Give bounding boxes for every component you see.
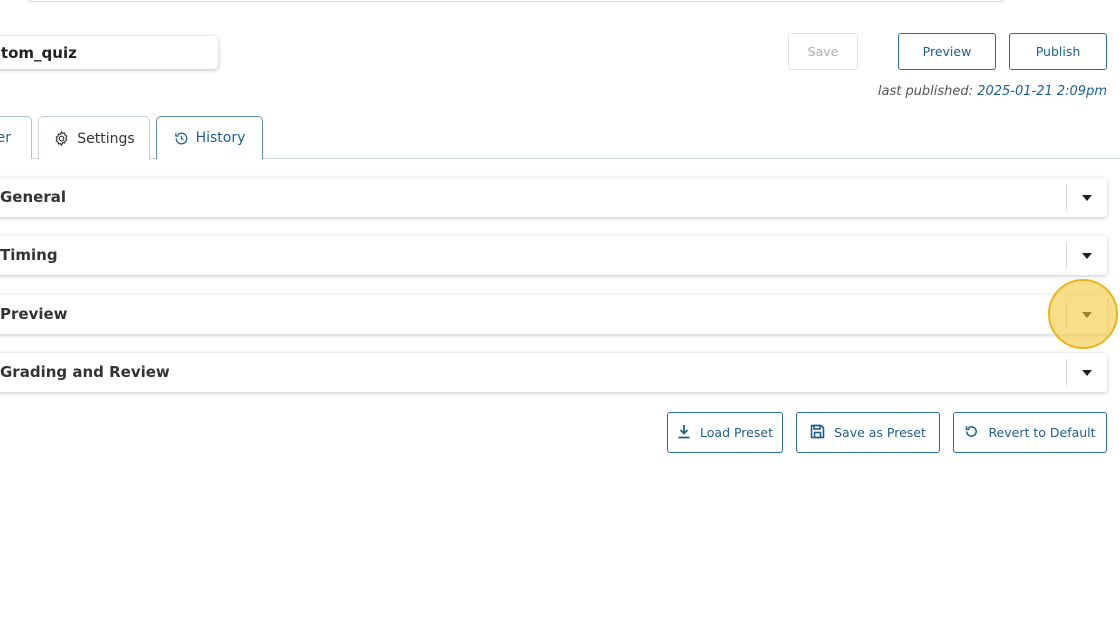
last-published-date: 2025-01-21 2:09pm	[977, 84, 1107, 99]
gear-icon	[53, 130, 70, 147]
section-general-toggle[interactable]	[1066, 184, 1107, 211]
quiz-name-text: stom_quiz	[0, 43, 77, 62]
tab-partial[interactable]: er	[0, 116, 32, 159]
save-as-preset-label: Save as Preset	[834, 425, 926, 440]
top-panel-edge	[28, 0, 1004, 2]
load-preset-label: Load Preset	[700, 425, 773, 440]
section-grading-review-label: Grading and Review	[0, 363, 170, 381]
tab-settings[interactable]: Settings	[38, 116, 150, 160]
section-timing-toggle[interactable]	[1066, 242, 1107, 269]
load-preset-button[interactable]: Load Preset	[667, 412, 783, 453]
publish-button[interactable]: Publish	[1009, 33, 1107, 70]
revert-to-default-button[interactable]: Revert to Default	[953, 412, 1107, 453]
tab-history-label: History	[195, 130, 246, 146]
preview-button[interactable]: Preview	[898, 33, 996, 70]
tab-partial-label: er	[0, 130, 11, 146]
history-icon	[174, 131, 189, 146]
section-grading-review-toggle[interactable]	[1066, 359, 1107, 386]
save-as-preset-button[interactable]: Save as Preset	[796, 412, 940, 453]
tab-history[interactable]: History	[156, 116, 263, 159]
section-grading-review[interactable]: Grading and Review	[0, 353, 1107, 392]
caret-down-icon	[1082, 252, 1092, 259]
preview-button-label: Preview	[922, 44, 972, 59]
save-button-label: Save	[807, 44, 839, 59]
save-button[interactable]: Save	[788, 33, 858, 70]
tab-settings-label: Settings	[77, 130, 135, 147]
publish-button-label: Publish	[1035, 44, 1081, 59]
section-general-label: General	[0, 188, 66, 206]
section-preview-label: Preview	[0, 305, 68, 323]
caret-down-icon	[1082, 311, 1092, 318]
floppy-disk-icon	[810, 424, 825, 442]
section-general[interactable]: General	[0, 178, 1107, 217]
caret-down-icon	[1082, 369, 1092, 376]
quiz-name-field[interactable]: stom_quiz	[0, 36, 218, 69]
last-published-label: last published:	[877, 84, 974, 99]
undo-icon	[964, 424, 979, 442]
caret-down-icon	[1082, 194, 1092, 201]
last-published-info: last published: 2025-01-21 2:09pm	[878, 84, 1107, 99]
section-preview-toggle[interactable]	[1066, 301, 1107, 328]
revert-to-default-label: Revert to Default	[988, 425, 1096, 440]
section-timing[interactable]: Timing	[0, 236, 1107, 275]
section-preview[interactable]: Preview	[0, 295, 1107, 334]
section-timing-label: Timing	[0, 246, 58, 264]
download-icon	[677, 424, 691, 442]
